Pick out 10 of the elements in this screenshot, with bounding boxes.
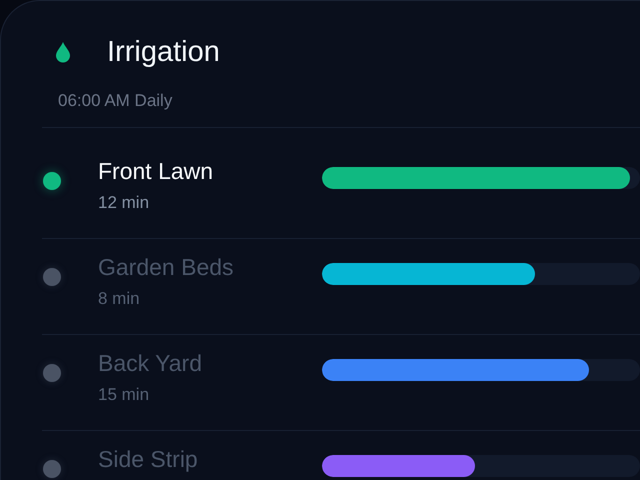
zone-duration: 15 min <box>98 384 150 406</box>
zone-name[interactable]: Garden Beds <box>98 253 322 281</box>
zone-duration: 12 min <box>98 192 150 214</box>
zone-name[interactable]: Side Strip <box>98 445 322 473</box>
schedule-text: 06:00 AM Daily <box>58 90 174 112</box>
water-drop-icon <box>55 41 71 63</box>
zone-name[interactable]: Front Lawn <box>98 157 322 185</box>
card-title: Irrigation <box>107 35 220 70</box>
zone-duration: 8 min <box>98 288 141 310</box>
zone-name[interactable]: Back Yard <box>98 349 322 377</box>
